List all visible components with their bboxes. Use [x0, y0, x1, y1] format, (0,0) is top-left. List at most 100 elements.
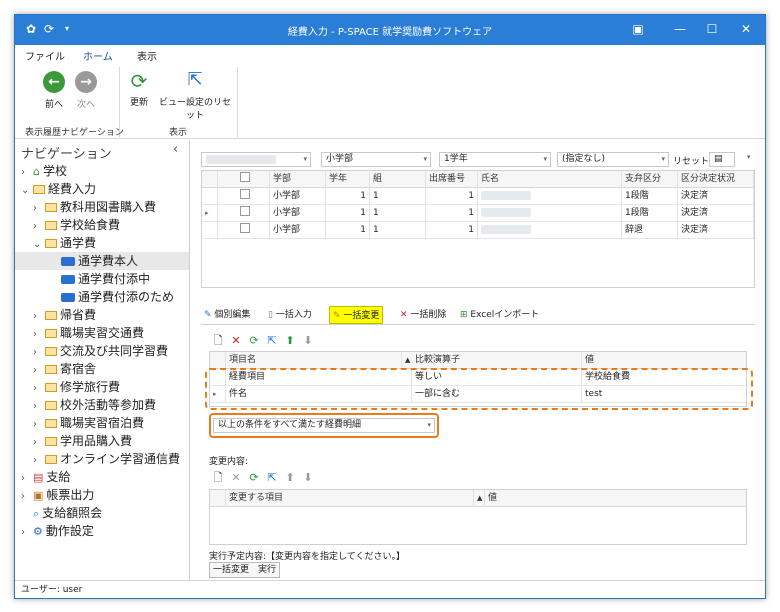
new-row-icon[interactable]: 🗋	[211, 470, 225, 486]
nav-item-settings[interactable]: › ⚙ 動作設定	[15, 522, 189, 540]
folder-icon	[45, 455, 57, 464]
nav-item-school-supplies[interactable]: › 学用品購入費	[15, 432, 189, 450]
move-down-icon[interactable]: ⬇	[301, 333, 315, 349]
main-panel: ▾ 小学部 ▾ 1学年 ▾ (指定なし) ▾ リセット ▤ ▾ 学部 学年 組 出席番…	[191, 140, 765, 580]
change-grid: 変更する項目 ▲ 値	[209, 489, 747, 545]
nav-item-workplace-lodging[interactable]: › 職場実習宿泊費	[15, 414, 189, 432]
reset-link[interactable]: リセット	[673, 154, 709, 167]
nav-item-textbook[interactable]: › 教科用図書購入費	[15, 198, 189, 216]
nav-item-label: 学校	[42, 164, 67, 178]
move-up-icon[interactable]: ⬆	[283, 470, 297, 486]
back-button[interactable]: ← 前へ	[39, 71, 69, 110]
display-options-icon[interactable]: ▣	[627, 19, 649, 39]
table-row[interactable]: 小学部 1 1 1 1段階 決定済	[202, 188, 754, 205]
navigation-header: ナビゲーション	[21, 147, 112, 162]
close-button[interactable]: ✕	[735, 19, 757, 39]
nav-item-label: 帳票出力	[46, 488, 95, 502]
nav-item-workplace-transport[interactable]: › 職場実習交通費	[15, 324, 189, 342]
ribbon: ← 前へ → 次へ ⟳ 更新 ⇱ ビュー設定のリセット 表示履歴ナビゲーション …	[15, 63, 765, 139]
refresh-button[interactable]: ⟳ 更新	[123, 69, 155, 108]
reset-view-button[interactable]: ⇱ ビュー設定のリセット	[159, 69, 231, 121]
grid-icon: ▤	[714, 154, 723, 164]
nav-item-payment[interactable]: › ▤ 支給	[15, 468, 189, 486]
menu-file[interactable]: ファイル	[25, 48, 65, 63]
reset-icon[interactable]: ⇱	[265, 333, 279, 349]
delete-row-icon[interactable]: ✕	[229, 333, 243, 349]
plan-text: 実行予定内容:【変更内容を指定してください。】	[209, 552, 405, 562]
nav-item-payment-inquiry[interactable]: ⌕ 支給額照会	[15, 504, 189, 522]
layout-select[interactable]: ▤	[709, 152, 735, 167]
tab-excel-import[interactable]: ⊞ Excelインポート	[457, 306, 542, 324]
expand-arrow-icon[interactable]: ›	[21, 524, 33, 542]
new-row-icon[interactable]: 🗋	[211, 333, 225, 349]
table-row[interactable]: ▸ 小学部 1 1 1 1段階 決定済	[202, 205, 754, 222]
reset-icon[interactable]: ⇱	[265, 470, 279, 486]
nav-item-label: 職場実習交通費	[60, 326, 145, 340]
search-icon: ⌕	[33, 507, 40, 520]
forward-button[interactable]: → 次へ	[71, 71, 101, 110]
nav-item-exchange-learning[interactable]: › 交流及び共同学習費	[15, 342, 189, 360]
dept-select[interactable]: 小学部 ▾	[321, 152, 431, 167]
nav-item-label: 校外活動等参加費	[60, 398, 157, 412]
nav-item-school-lunch[interactable]: › 学校給食費	[15, 216, 189, 234]
table-row[interactable]: 小学部 1 1 1 辞退 決定済	[202, 222, 754, 239]
nav-item-online-learning[interactable]: › オンライン学習通信費	[15, 450, 189, 468]
refresh-icon[interactable]: ⟳	[247, 470, 261, 486]
folder-icon	[45, 401, 57, 410]
school-select[interactable]: ▾	[201, 152, 311, 167]
nav-item-commute-self[interactable]: 通学費本人	[15, 252, 189, 270]
nav-item-homecoming[interactable]: › 帰省費	[15, 306, 189, 324]
change-content-label: 変更内容:	[209, 457, 249, 467]
tab-bulk-delete[interactable]: ✕ 一括削除	[397, 306, 449, 324]
nav-item-report-output[interactable]: › ▣ 帳票出力	[15, 486, 189, 504]
refresh-icon[interactable]: ⟳	[247, 333, 261, 349]
group-label-view: 表示	[169, 128, 188, 138]
row-checkbox[interactable]	[240, 189, 250, 199]
row-checkbox[interactable]	[240, 223, 250, 233]
move-up-icon[interactable]: ⬆	[283, 333, 297, 349]
delete-row-icon[interactable]: ✕	[229, 470, 243, 486]
run-bulk-change-button[interactable]: 一括変更 実行	[209, 562, 281, 578]
report-icon: ▣	[33, 489, 44, 502]
nav-item-commute[interactable]: ⌄ 通学費	[15, 234, 189, 252]
move-down-icon[interactable]: ⬇	[301, 470, 315, 486]
nav-item-dormitory[interactable]: › 寄宿舎	[15, 360, 189, 378]
select-all-checkbox[interactable]	[240, 172, 250, 182]
collapse-nav-icon[interactable]: ‹	[173, 142, 178, 157]
nav-item-label: 通学費付添のため	[78, 290, 175, 304]
change-toolbar: 🗋 ✕ ⟳ ⇱ ⬆ ⬇	[211, 470, 319, 486]
nav-item-label: 教科用図書購入費	[60, 200, 157, 214]
student-grid-header: 学部 学年 組 出席番号 氏名 支弁区分 区分決定状況	[202, 171, 754, 188]
row-checkbox[interactable]	[240, 206, 250, 216]
gear-icon: ⚙	[33, 525, 43, 538]
maximize-button[interactable]: ☐	[701, 19, 723, 39]
nav-item-school[interactable]: › ⌂ 学校	[15, 162, 189, 180]
grade-select[interactable]: 1学年 ▾	[439, 152, 551, 167]
nav-item-label: 寄宿舎	[60, 362, 97, 376]
nav-item-outdoor-activity[interactable]: › 校外活動等参加費	[15, 396, 189, 414]
panel-options-icon[interactable]: ▾	[747, 153, 751, 161]
bus-icon	[61, 275, 75, 284]
nav-item-commute-escort[interactable]: 通学費付添中	[15, 270, 189, 288]
nav-item-label: 支給額照会	[42, 506, 103, 520]
folder-icon	[45, 383, 57, 392]
menu-view[interactable]: 表示	[137, 48, 157, 63]
bus-icon	[61, 257, 75, 266]
folder-icon	[45, 239, 57, 248]
nav-item-label: 学校給食費	[60, 218, 121, 232]
mode-highlight	[209, 413, 439, 438]
nav-item-label: 支給	[46, 470, 71, 484]
nav-item-commute-escort-for[interactable]: 通学費付添のため	[15, 288, 189, 306]
tab-bulk-input[interactable]: ▯ 一括入力	[265, 306, 315, 324]
navigation-pane: ナビゲーション ‹ › ⌂ 学校 ⌄ 経費入力 › 教科用図書購入費 › 学校給食費 ⌄ 通学費 通学…	[15, 140, 190, 580]
nav-item-label: 動作設定	[45, 524, 94, 538]
school-icon: ⌂	[33, 165, 40, 178]
redacted-name	[481, 191, 531, 200]
tab-bulk-change[interactable]: ✎ 一括変更	[329, 306, 384, 324]
filter-select[interactable]: (指定なし) ▾	[557, 152, 669, 167]
nav-item-school-trip[interactable]: › 修学旅行費	[15, 378, 189, 396]
nav-item-expense-input[interactable]: ⌄ 経費入力	[15, 180, 189, 198]
condition-highlight	[205, 368, 753, 410]
tab-individual-edit[interactable]: ✎ 個別編集	[201, 306, 253, 324]
minimize-button[interactable]: —	[669, 19, 691, 39]
